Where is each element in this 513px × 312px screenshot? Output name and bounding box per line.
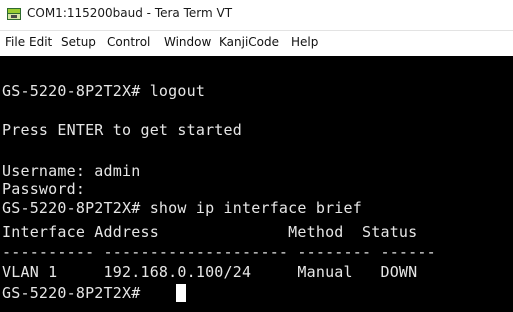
- window-title: COM1:115200baud - Tera Term VT: [27, 6, 233, 20]
- terminal-line: GS-5220-8P2T2X# logout: [2, 82, 206, 100]
- menu-window[interactable]: Window: [164, 35, 211, 49]
- title-bar: COM1:115200baud - Tera Term VT: [0, 0, 513, 31]
- tera-term-window: COM1:115200baud - Tera Term VT File Edit…: [0, 0, 513, 312]
- menu-bar: File Edit Setup Control Window KanjiCode…: [0, 31, 513, 56]
- terminal-line: VLAN 1 192.168.0.100/24 Manual DOWN: [2, 263, 418, 281]
- terminal-line: Press ENTER to get started: [2, 121, 242, 139]
- terminal-line: GS-5220-8P2T2X#: [2, 284, 150, 302]
- terminal-cursor: [176, 284, 186, 302]
- menu-control[interactable]: Control: [107, 35, 150, 49]
- menu-edit[interactable]: Edit: [29, 35, 52, 49]
- terminal-line: GS-5220-8P2T2X# show ip interface brief: [2, 199, 362, 217]
- terminal-line: Interface Address Method Status: [2, 223, 418, 241]
- menu-kanjicode[interactable]: KanjiCode: [219, 35, 279, 49]
- terminal-line: Password:: [2, 180, 86, 198]
- tera-term-icon: [7, 8, 21, 20]
- terminal-line: Username: admin: [2, 162, 141, 180]
- menu-setup[interactable]: Setup: [61, 35, 96, 49]
- menu-help[interactable]: Help: [291, 35, 318, 49]
- terminal-line: ---------- -------------------- --------…: [2, 243, 436, 261]
- menu-file[interactable]: File: [5, 35, 25, 49]
